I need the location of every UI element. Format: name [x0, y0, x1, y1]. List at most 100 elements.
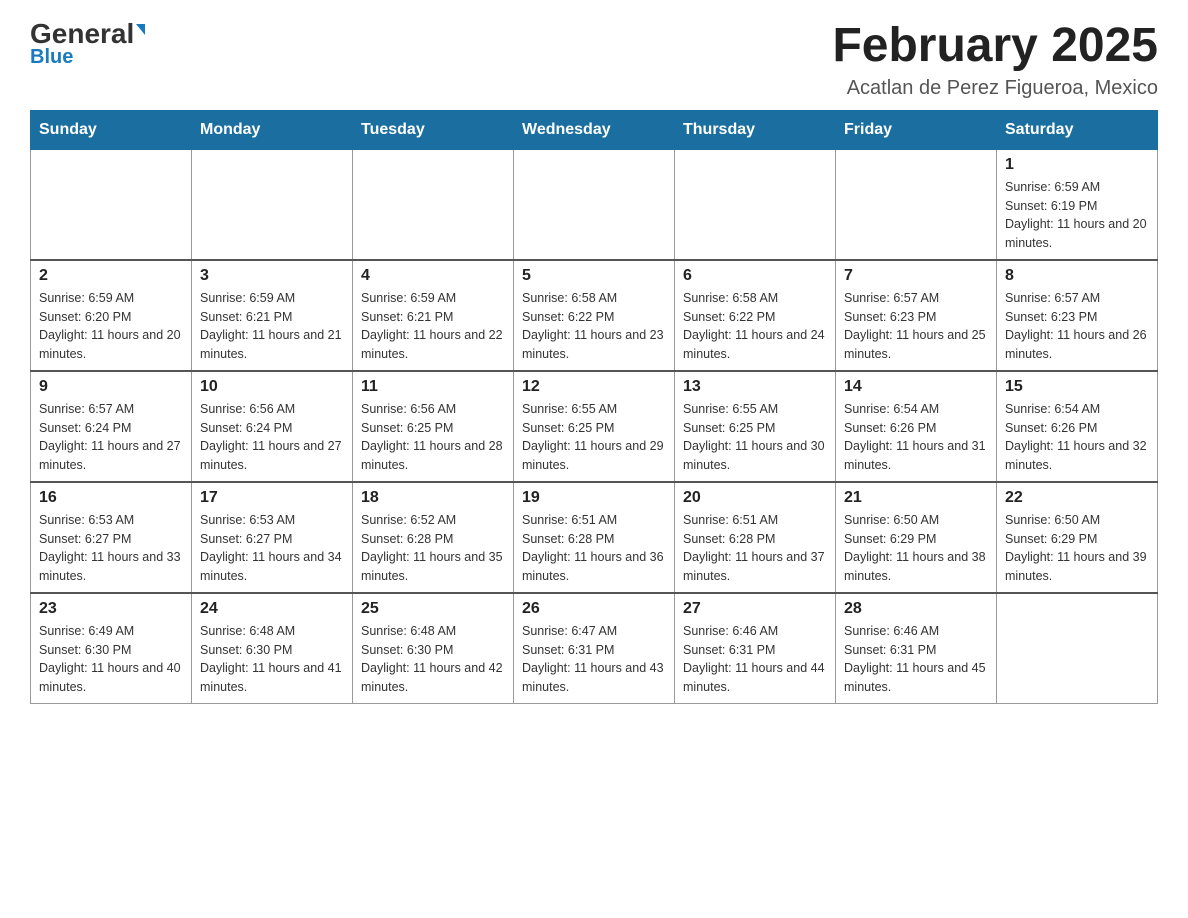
day-number: 26 [522, 600, 666, 618]
calendar-cell: 1 Sunrise: 6:59 AM Sunset: 6:19 PM Daylig… [997, 149, 1158, 260]
day-number: 8 [1005, 267, 1149, 285]
calendar-cell: 24 Sunrise: 6:48 AM Sunset: 6:30 PM Dayli… [192, 593, 353, 704]
day-info: Sunrise: 6:50 AM Sunset: 6:29 PM Dayligh… [844, 511, 988, 586]
day-info: Sunrise: 6:56 AM Sunset: 6:24 PM Dayligh… [200, 400, 344, 475]
calendar-header-monday: Monday [192, 110, 353, 149]
day-info: Sunrise: 6:53 AM Sunset: 6:27 PM Dayligh… [200, 511, 344, 586]
day-number: 10 [200, 378, 344, 396]
day-number: 5 [522, 267, 666, 285]
day-number: 13 [683, 378, 827, 396]
calendar-week-row: 16 Sunrise: 6:53 AM Sunset: 6:27 PM Dayli… [31, 482, 1158, 593]
calendar-cell: 26 Sunrise: 6:47 AM Sunset: 6:31 PM Dayli… [514, 593, 675, 704]
calendar-week-row: 9 Sunrise: 6:57 AM Sunset: 6:24 PM Daylig… [31, 371, 1158, 482]
calendar-table: SundayMondayTuesdayWednesdayThursdayFrid… [30, 110, 1158, 704]
day-number: 4 [361, 267, 505, 285]
calendar-cell: 14 Sunrise: 6:54 AM Sunset: 6:26 PM Dayli… [836, 371, 997, 482]
day-info: Sunrise: 6:58 AM Sunset: 6:22 PM Dayligh… [522, 289, 666, 364]
calendar-header-friday: Friday [836, 110, 997, 149]
day-number: 15 [1005, 378, 1149, 396]
day-number: 1 [1005, 156, 1149, 174]
day-info: Sunrise: 6:56 AM Sunset: 6:25 PM Dayligh… [361, 400, 505, 475]
day-number: 27 [683, 600, 827, 618]
day-info: Sunrise: 6:59 AM Sunset: 6:21 PM Dayligh… [200, 289, 344, 364]
day-info: Sunrise: 6:51 AM Sunset: 6:28 PM Dayligh… [522, 511, 666, 586]
day-info: Sunrise: 6:55 AM Sunset: 6:25 PM Dayligh… [522, 400, 666, 475]
logo-blue-text: Blue [30, 46, 73, 69]
day-number: 9 [39, 378, 183, 396]
calendar-cell: 19 Sunrise: 6:51 AM Sunset: 6:28 PM Dayli… [514, 482, 675, 593]
calendar-cell [353, 149, 514, 260]
calendar-cell: 27Sunrise: 6:46 AM Sunset: 6:31 PM Dayli… [675, 593, 836, 704]
calendar-cell [31, 149, 192, 260]
calendar-header-saturday: Saturday [997, 110, 1158, 149]
calendar-header-thursday: Thursday [675, 110, 836, 149]
logo-triangle-icon [136, 24, 145, 35]
calendar-cell [192, 149, 353, 260]
day-number: 18 [361, 489, 505, 507]
day-number: 21 [844, 489, 988, 507]
calendar-header-row: SundayMondayTuesdayWednesdayThursdayFrid… [31, 110, 1158, 149]
day-number: 2 [39, 267, 183, 285]
day-info: Sunrise: 6:59 AM Sunset: 6:19 PM Dayligh… [1005, 178, 1149, 253]
day-info: Sunrise: 6:51 AM Sunset: 6:28 PM Dayligh… [683, 511, 827, 586]
location-subtitle: Acatlan de Perez Figueroa, Mexico [832, 77, 1158, 100]
day-info: Sunrise: 6:54 AM Sunset: 6:26 PM Dayligh… [844, 400, 988, 475]
day-info: Sunrise: 6:57 AM Sunset: 6:23 PM Dayligh… [1005, 289, 1149, 364]
calendar-cell: 12 Sunrise: 6:55 AM Sunset: 6:25 PM Dayli… [514, 371, 675, 482]
day-info: Sunrise: 6:57 AM Sunset: 6:24 PM Dayligh… [39, 400, 183, 475]
title-block: February 2025 Acatlan de Perez Figueroa,… [832, 20, 1158, 100]
page-header: General Blue February 2025 Acatlan de Pe… [30, 20, 1158, 100]
calendar-cell: 20 Sunrise: 6:51 AM Sunset: 6:28 PM Dayli… [675, 482, 836, 593]
day-info: Sunrise: 6:55 AM Sunset: 6:25 PM Dayligh… [683, 400, 827, 475]
calendar-week-row: 23 Sunrise: 6:49 AM Sunset: 6:30 PM Dayli… [31, 593, 1158, 704]
calendar-cell: 4 Sunrise: 6:59 AM Sunset: 6:21 PM Daylig… [353, 260, 514, 371]
calendar-cell: 28 Sunrise: 6:46 AM Sunset: 6:31 PM Dayli… [836, 593, 997, 704]
day-info: Sunrise: 6:48 AM Sunset: 6:30 PM Dayligh… [361, 622, 505, 697]
day-number: 20 [683, 489, 827, 507]
day-number: 22 [1005, 489, 1149, 507]
day-number: 3 [200, 267, 344, 285]
calendar-cell [836, 149, 997, 260]
day-info: Sunrise: 6:59 AM Sunset: 6:21 PM Dayligh… [361, 289, 505, 364]
calendar-cell [514, 149, 675, 260]
calendar-cell [675, 149, 836, 260]
day-number: 16 [39, 489, 183, 507]
day-number: 14 [844, 378, 988, 396]
day-info: Sunrise: 6:50 AM Sunset: 6:29 PM Dayligh… [1005, 511, 1149, 586]
day-info: Sunrise: 6:53 AM Sunset: 6:27 PM Dayligh… [39, 511, 183, 586]
day-info: Sunrise: 6:59 AM Sunset: 6:20 PM Dayligh… [39, 289, 183, 364]
day-info: Sunrise: 6:49 AM Sunset: 6:30 PM Dayligh… [39, 622, 183, 697]
day-info: Sunrise: 6:57 AM Sunset: 6:23 PM Dayligh… [844, 289, 988, 364]
day-number: 6 [683, 267, 827, 285]
day-number: 12 [522, 378, 666, 396]
calendar-cell: 7 Sunrise: 6:57 AM Sunset: 6:23 PM Daylig… [836, 260, 997, 371]
day-number: 25 [361, 600, 505, 618]
day-number: 7 [844, 267, 988, 285]
day-info: Sunrise: 6:46 AM Sunset: 6:31 PM Dayligh… [844, 622, 988, 697]
calendar-cell: 18Sunrise: 6:52 AM Sunset: 6:28 PM Dayli… [353, 482, 514, 593]
day-info: Sunrise: 6:58 AM Sunset: 6:22 PM Dayligh… [683, 289, 827, 364]
calendar-cell: 16 Sunrise: 6:53 AM Sunset: 6:27 PM Dayli… [31, 482, 192, 593]
calendar-cell: 25 Sunrise: 6:48 AM Sunset: 6:30 PM Dayli… [353, 593, 514, 704]
calendar-cell: 15 Sunrise: 6:54 AM Sunset: 6:26 PM Dayli… [997, 371, 1158, 482]
day-info: Sunrise: 6:48 AM Sunset: 6:30 PM Dayligh… [200, 622, 344, 697]
calendar-cell: 9 Sunrise: 6:57 AM Sunset: 6:24 PM Daylig… [31, 371, 192, 482]
logo-text: General [30, 20, 145, 48]
calendar-cell: 23 Sunrise: 6:49 AM Sunset: 6:30 PM Dayli… [31, 593, 192, 704]
calendar-cell: 21 Sunrise: 6:50 AM Sunset: 6:29 PM Dayli… [836, 482, 997, 593]
month-year-title: February 2025 [832, 20, 1158, 73]
calendar-cell: 22 Sunrise: 6:50 AM Sunset: 6:29 PM Dayli… [997, 482, 1158, 593]
calendar-header-sunday: Sunday [31, 110, 192, 149]
calendar-cell [997, 593, 1158, 704]
day-info: Sunrise: 6:54 AM Sunset: 6:26 PM Dayligh… [1005, 400, 1149, 475]
day-number: 19 [522, 489, 666, 507]
day-info: Sunrise: 6:47 AM Sunset: 6:31 PM Dayligh… [522, 622, 666, 697]
calendar-cell: 5 Sunrise: 6:58 AM Sunset: 6:22 PM Daylig… [514, 260, 675, 371]
logo: General Blue [30, 20, 145, 69]
day-number: 24 [200, 600, 344, 618]
day-number: 28 [844, 600, 988, 618]
calendar-cell: 3 Sunrise: 6:59 AM Sunset: 6:21 PM Daylig… [192, 260, 353, 371]
day-number: 17 [200, 489, 344, 507]
day-number: 23 [39, 600, 183, 618]
calendar-cell: 8 Sunrise: 6:57 AM Sunset: 6:23 PM Daylig… [997, 260, 1158, 371]
